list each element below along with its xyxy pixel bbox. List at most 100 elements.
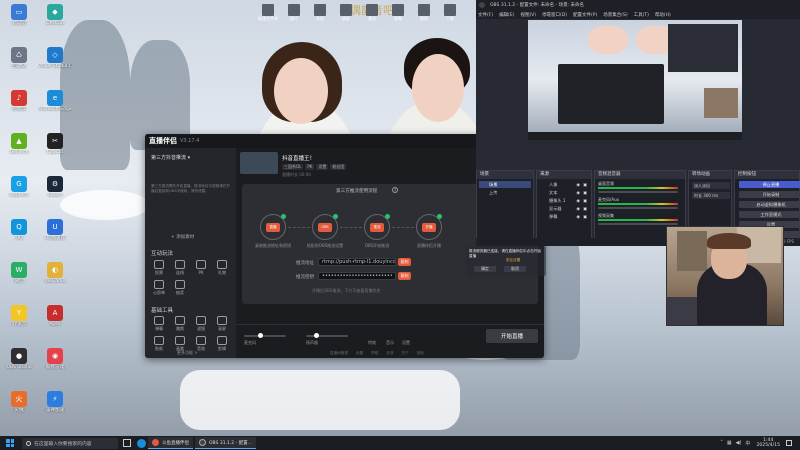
- footer-link[interactable]: 帮助: [371, 351, 378, 356]
- eye-icon[interactable]: ◉: [576, 181, 580, 188]
- footer-link[interactable]: 反馈: [386, 351, 393, 356]
- edge-taskbar-icon[interactable]: [137, 438, 146, 448]
- desktop-icon[interactable]: 火火绒: [2, 391, 36, 413]
- user-selector[interactable]: 第三方抖音推流 ▾: [151, 154, 190, 161]
- desktop-icon[interactable]: ◆ DeskGo: [38, 4, 72, 26]
- network-icon[interactable]: ▦: [727, 440, 732, 446]
- obs-control-button[interactable]: 开始录制: [739, 191, 800, 198]
- obs-menu-item[interactable]: 帮助(H): [655, 12, 671, 18]
- transition-field[interactable]: 时长 300 ms: [692, 192, 730, 199]
- desktop-icon[interactable]: G Logitech: [2, 176, 36, 198]
- tool-1[interactable]: 美颜: [170, 316, 190, 332]
- footer-link[interactable]: 官网: [417, 351, 424, 356]
- tool-4[interactable]: 贴纸: [149, 336, 169, 352]
- obs-menu-item[interactable]: 配置文件(P): [573, 12, 597, 18]
- help-icon[interactable]: ?: [392, 187, 398, 193]
- desktop-icon[interactable]: ◇Visual Studio Code: [38, 47, 72, 69]
- desktop-file[interactable]: 新建文件夹: [258, 4, 278, 22]
- eye-icon[interactable]: ◉: [576, 205, 580, 212]
- bottom-control-label[interactable]: 扬声器: [306, 340, 318, 346]
- obs-menu-item[interactable]: 编辑(E): [499, 12, 514, 18]
- tool-0[interactable]: 投票: [149, 260, 169, 276]
- footer-link[interactable]: 关于: [402, 351, 409, 356]
- desktop-icon[interactable]: ● OBS Studio: [2, 348, 36, 370]
- desktop-icon[interactable]: Q QQ: [2, 219, 36, 241]
- mixer-volume-slider[interactable]: [598, 191, 678, 193]
- tool-2[interactable]: 滤镜: [191, 316, 211, 332]
- room-tag[interactable]: 三国杀OL: [282, 164, 304, 170]
- source-item[interactable]: 显示器 ◉ ▣: [539, 205, 589, 212]
- footer-link[interactable]: 设置: [356, 351, 363, 356]
- stream-url-copy-button[interactable]: 复制: [398, 258, 411, 266]
- desktop-icon[interactable]: Y YY语音: [2, 305, 36, 327]
- lock-icon[interactable]: ▣: [583, 181, 587, 188]
- obs-preview[interactable]: [528, 20, 742, 140]
- footer-link[interactable]: 直播间管理: [330, 351, 348, 356]
- room-tag[interactable]: PK: [305, 164, 315, 170]
- taskbar-search-input[interactable]: 在这里输入你要搜索的内容: [22, 437, 118, 449]
- mixer-volume-slider[interactable]: [598, 223, 678, 225]
- desktop-icon[interactable]: ▭ 此电脑: [2, 4, 36, 26]
- scene-item[interactable]: 场景: [479, 181, 531, 188]
- obs-menu-item[interactable]: 工具(T): [634, 12, 649, 18]
- desktop-icon[interactable]: ✂ CapCut: [38, 133, 72, 155]
- bottom-control-label[interactable]: 特效: [368, 340, 376, 346]
- tool-3[interactable]: 礼物: [212, 260, 232, 276]
- stream-key-field[interactable]: ••••••••••••••••••••••••: [318, 272, 396, 280]
- desktop-file[interactable]: 视频: [388, 4, 408, 22]
- obs-alert-ok-button[interactable]: 确定: [474, 266, 496, 272]
- lock-icon[interactable]: ▣: [583, 197, 587, 204]
- obs-menu-item[interactable]: 视图(V): [520, 12, 536, 18]
- source-item[interactable]: 弹幕 ◉ ▣: [539, 213, 589, 220]
- source-item[interactable]: 摄像头 1 ◉ ▣: [539, 197, 589, 204]
- room-title[interactable]: 抖音直播王！: [282, 154, 315, 162]
- stream-key-copy-button[interactable]: 复制: [398, 272, 411, 280]
- source-item[interactable]: 人像 ◉ ▣: [539, 181, 589, 188]
- windows-start-icon[interactable]: [4, 437, 16, 449]
- desktop-file[interactable]: 截图: [414, 4, 434, 22]
- obs-window[interactable]: OBS 31.1.2 - 配置文件: 未命名 - 场景: 未命名 文件(F) 编辑…: [476, 0, 800, 246]
- stream-url-field[interactable]: rtmp://push-rtmp-l1.douyincdn.com/thirdg…: [318, 258, 396, 266]
- eye-icon[interactable]: ◉: [576, 213, 580, 220]
- obs-titlebar[interactable]: OBS 31.1.2 - 配置文件: 未命名 - 场景: 未命名: [476, 0, 800, 10]
- scene-item[interactable]: 上传: [479, 189, 531, 196]
- mic-volume-slider[interactable]: [244, 333, 286, 338]
- lock-icon[interactable]: ▣: [583, 189, 587, 196]
- volume-icon[interactable]: ◀): [736, 440, 742, 446]
- add-scene-button[interactable]: + 添加素材: [171, 234, 194, 240]
- desktop-icon[interactable]: ⚙ Steam: [38, 176, 72, 198]
- desktop-icon[interactable]: ♺ 回收站: [2, 47, 36, 69]
- more-tools-link[interactable]: 更多功能 >: [177, 350, 198, 356]
- obs-menu-item[interactable]: 文件(F): [478, 12, 493, 18]
- obs-control-button[interactable]: 工作室模式: [739, 211, 800, 218]
- speaker-volume-slider[interactable]: [306, 333, 348, 338]
- mixer-volume-slider[interactable]: [598, 207, 678, 209]
- desktop-icon[interactable]: ◉ 网易游戏: [38, 348, 72, 370]
- obs-control-button[interactable]: 启动虚拟摄像机: [739, 201, 800, 208]
- desktop-icon[interactable]: ▲ GeForce: [2, 133, 36, 155]
- notification-icon[interactable]: [786, 440, 792, 446]
- obs-alert-cancel-button[interactable]: 取消: [504, 266, 526, 272]
- desktop-icon[interactable]: U UU加速器: [38, 219, 72, 241]
- eye-icon[interactable]: ◉: [576, 197, 580, 204]
- bottom-control-label[interactable]: 设置: [402, 340, 410, 346]
- tool-3[interactable]: 录屏: [212, 316, 232, 332]
- obs-menu-item[interactable]: 场景集合(S): [603, 12, 627, 18]
- source-item[interactable]: 文本 ◉ ▣: [539, 189, 589, 196]
- desktop-icon[interactable]: e Microsoft Edge: [38, 90, 72, 112]
- tool-0[interactable]: 弹幕: [149, 316, 169, 332]
- desktop-file[interactable]: 素材: [362, 4, 382, 22]
- desktop-icon[interactable]: ⚡ 雷神加速: [38, 391, 72, 413]
- desktop-file[interactable]: 录屏: [336, 4, 356, 22]
- room-tag[interactable]: 设置: [316, 164, 329, 170]
- tool-7[interactable]: 剪辑: [212, 336, 232, 352]
- tool-1[interactable]: 连线: [170, 260, 190, 276]
- desktop-file[interactable]: 图片: [284, 4, 304, 22]
- lock-icon[interactable]: ▣: [583, 205, 587, 212]
- tool-2[interactable]: PK: [191, 260, 211, 275]
- start-live-button[interactable]: 开始直播: [486, 329, 538, 343]
- obs-alert[interactable]: 推流服务器已连接，请在直播伴侣中点击开始直播 前往设置 确定 取消: [466, 246, 546, 276]
- desktop-icon[interactable]: W 微信: [2, 262, 36, 284]
- room-tag[interactable]: 粉丝团: [330, 164, 347, 170]
- obs-menu-item[interactable]: 停靠窗口(D): [542, 12, 567, 18]
